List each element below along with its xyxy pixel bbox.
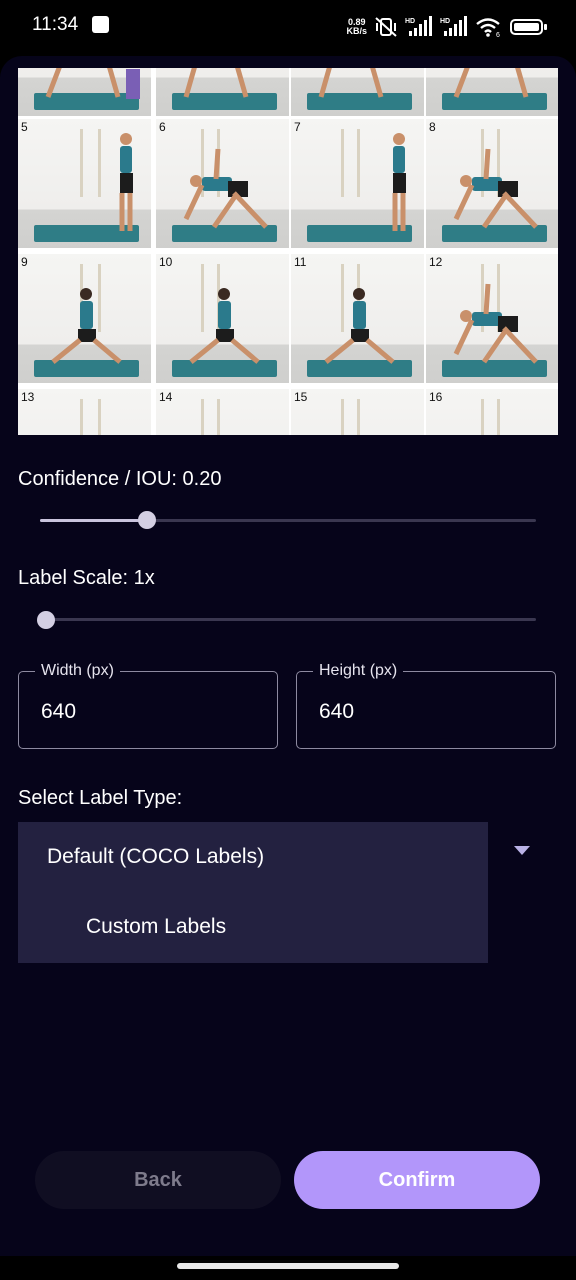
network-speed-unit: KB/s xyxy=(346,26,367,36)
yoga-figure xyxy=(392,133,406,231)
menu-item-custom[interactable]: Custom Labels xyxy=(86,915,226,939)
pose-photo xyxy=(18,68,151,116)
signal-2-icon: HD xyxy=(440,16,467,36)
pose-photo: 7 xyxy=(291,119,424,248)
pose-number: 8 xyxy=(429,120,436,134)
pose-photo: 13 xyxy=(18,389,151,435)
pose-number: 15 xyxy=(294,390,308,404)
hd-label-2: HD xyxy=(440,18,450,25)
pose-number: 7 xyxy=(294,120,301,134)
status-time: 11:34 xyxy=(32,14,79,35)
notification-icon xyxy=(92,16,109,33)
wifi-sub-label: 6 xyxy=(496,32,500,38)
vibrate-off-icon xyxy=(375,17,397,37)
label-scale-slider-track[interactable] xyxy=(40,618,536,621)
yoga-figure xyxy=(18,389,151,435)
height-input[interactable] xyxy=(319,700,519,724)
pose-photo xyxy=(291,68,424,116)
preview-image: 5 6 7 8 9 10 11 12 13 14 15 16 xyxy=(18,68,558,435)
dropdown-arrow-icon[interactable] xyxy=(514,846,530,855)
width-input[interactable] xyxy=(41,700,241,724)
pose-photo: 15 xyxy=(291,389,424,435)
pose-photo: 8 xyxy=(426,119,558,248)
status-bar: 11:34 0.89 KB/s HD HD 6 xyxy=(0,0,576,56)
pose-photo xyxy=(156,68,289,116)
pose-number: 6 xyxy=(159,120,166,134)
pose-number: 11 xyxy=(294,255,307,269)
pose-photo: 6 xyxy=(156,119,289,248)
pose-photo: 11 xyxy=(291,254,424,383)
pose-photo: 9 xyxy=(18,254,151,383)
yoga-figure xyxy=(156,389,289,435)
pose-photo: 16 xyxy=(426,389,558,435)
pose-photo: 14 xyxy=(156,389,289,435)
yoga-figure xyxy=(183,148,268,229)
yoga-figure xyxy=(291,389,424,435)
pose-photo xyxy=(426,68,558,116)
height-field-label: Height (px) xyxy=(313,662,404,680)
pose-number: 10 xyxy=(159,255,173,269)
hd-label-1: HD xyxy=(405,18,415,25)
label-scale-slider-thumb[interactable] xyxy=(37,611,55,629)
yoga-figure xyxy=(189,288,260,364)
signal-1-icon: HD xyxy=(405,16,432,36)
yoga-figure xyxy=(45,68,140,99)
status-icons: 0.89 KB/s HD HD 6 xyxy=(346,15,548,39)
app-content: 5 6 7 8 9 10 11 12 13 14 15 16 Confidence / IOU: 0.… xyxy=(0,56,576,1256)
yoga-figure xyxy=(318,68,384,98)
yoga-figure xyxy=(426,389,558,435)
wifi-icon: 6 xyxy=(476,18,500,38)
pose-number: 16 xyxy=(429,390,443,404)
pose-photo: 10 xyxy=(156,254,289,383)
pose-number: 13 xyxy=(21,390,35,404)
yoga-figure xyxy=(51,288,122,364)
confidence-slider-thumb[interactable] xyxy=(138,511,157,529)
menu-item-default[interactable]: Default (COCO Labels) xyxy=(47,845,264,869)
height-field[interactable]: Height (px) xyxy=(296,662,556,749)
yoga-figure xyxy=(453,283,538,364)
pose-number: 12 xyxy=(429,255,443,269)
network-speed: 0.89 KB/s xyxy=(346,18,367,36)
width-field-label: Width (px) xyxy=(35,662,120,680)
yoga-figure xyxy=(453,148,538,229)
pose-number: 9 xyxy=(21,255,28,269)
yoga-figure xyxy=(453,68,529,98)
width-field[interactable]: Width (px) xyxy=(18,662,278,749)
yoga-figure xyxy=(183,68,249,98)
pose-number: 14 xyxy=(159,390,173,404)
confirm-button[interactable]: Confirm xyxy=(294,1151,540,1209)
pose-photo: 12 xyxy=(426,254,558,383)
yoga-figure xyxy=(324,288,395,364)
home-indicator[interactable] xyxy=(177,1263,399,1269)
pose-number: 5 xyxy=(21,120,28,134)
label-scale-label: Label Scale: 1x xyxy=(18,567,155,589)
back-button[interactable]: Back xyxy=(35,1151,281,1209)
battery-icon xyxy=(510,19,547,35)
pose-photo: 5 xyxy=(18,119,151,248)
yoga-figure xyxy=(119,133,133,231)
confidence-slider-fill xyxy=(40,519,140,522)
confidence-label: Confidence / IOU: 0.20 xyxy=(18,468,222,490)
label-type-title: Select Label Type: xyxy=(18,787,183,809)
label-type-menu: Default (COCO Labels) Custom Labels xyxy=(18,822,488,963)
